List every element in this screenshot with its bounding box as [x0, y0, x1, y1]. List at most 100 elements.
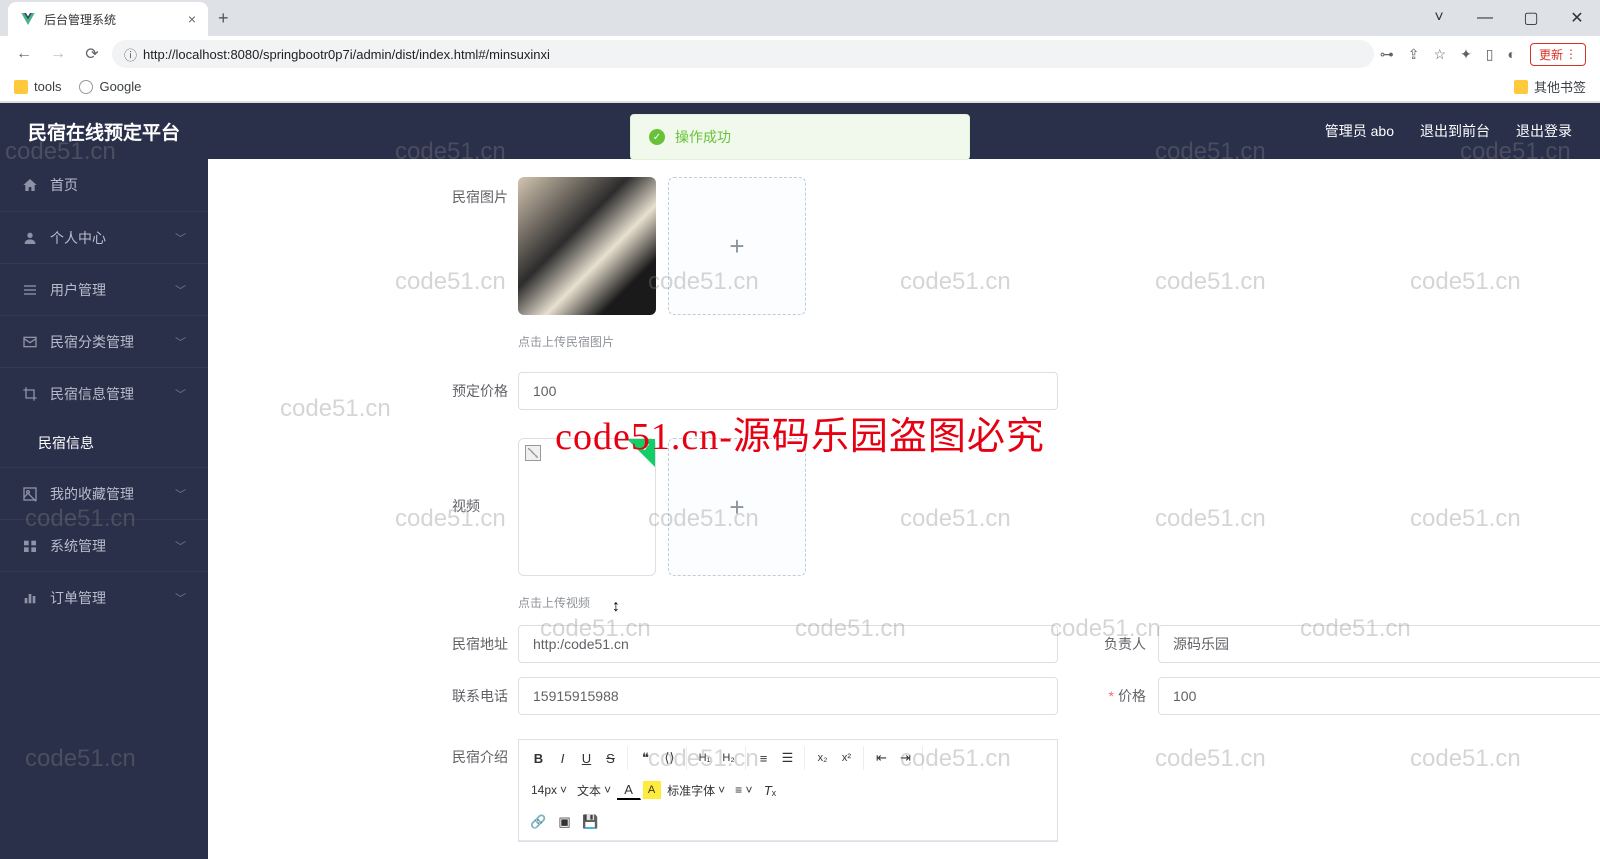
fontsize-select[interactable]: 14px ˅ — [527, 781, 571, 799]
key-icon[interactable]: ⊶ — [1380, 46, 1394, 63]
folder-icon — [14, 80, 28, 94]
sidebar-item-users[interactable]: 用户管理 ﹀ — [0, 263, 208, 315]
upload-video-button[interactable]: + — [668, 438, 806, 576]
chevron-down-icon: ﹀ — [175, 282, 186, 298]
label-video: 视频 — [208, 438, 518, 516]
other-bookmarks[interactable]: 其他书签 — [1514, 77, 1586, 96]
sidebar-item-category[interactable]: 民宿分类管理 ﹀ — [0, 315, 208, 367]
bookmark-google[interactable]: Google — [79, 79, 141, 94]
logout-button[interactable]: 退出登录 — [1516, 121, 1572, 141]
info-icon: ⓘ — [124, 45, 137, 64]
tab-close-icon[interactable]: × — [188, 11, 196, 27]
browser-tab-bar: 后台管理系统 × + ˅ — ▢ ✕ — [0, 0, 1600, 36]
reload-button[interactable]: ⟳ — [78, 40, 106, 68]
plus-icon: + — [729, 492, 744, 523]
editor-toolbar: B I U S ❝ ⟨⟩ H₁ H₂ — [519, 740, 1057, 841]
image-upload-hint: 点击上传民宿图片 — [208, 333, 1600, 350]
vue-favicon-icon — [20, 11, 36, 27]
italic-icon[interactable]: I — [551, 746, 575, 770]
image-preview[interactable] — [518, 177, 656, 315]
amount-input[interactable] — [1158, 677, 1600, 715]
profile-icon[interactable]: ◐ — [1508, 46, 1516, 62]
user-icon — [22, 230, 38, 246]
fontfamily-select[interactable]: 标准字体 ˅ — [663, 780, 729, 801]
close-window-icon[interactable]: ✕ — [1554, 0, 1600, 36]
back-button[interactable]: ← — [10, 40, 38, 68]
update-button[interactable]: 更新 ⋮ — [1530, 43, 1586, 66]
sidebar-item-orders[interactable]: 订单管理 ﹀ — [0, 571, 208, 623]
chevron-down-icon: ﹀ — [175, 334, 186, 350]
sidebar-item-info-mgmt[interactable]: 民宿信息管理 ﹀ — [0, 367, 208, 419]
sidebar-item-personal[interactable]: 个人中心 ﹀ — [0, 211, 208, 263]
bookmark-tools[interactable]: tools — [14, 79, 61, 94]
text-color-icon[interactable]: A — [617, 780, 641, 800]
user-label[interactable]: 管理员 abo — [1325, 121, 1394, 141]
strike-icon[interactable]: S — [599, 746, 623, 770]
star-icon[interactable]: ☆ — [1434, 46, 1447, 63]
share-icon[interactable]: ⇪ — [1408, 46, 1420, 63]
extensions-icon[interactable]: ✦ — [1460, 46, 1472, 63]
bold-icon[interactable]: B — [527, 746, 551, 770]
superscript-icon[interactable]: x² — [835, 746, 859, 770]
link-icon[interactable]: 🔗 — [527, 810, 551, 834]
align-select[interactable]: ≡ ˅ — [731, 781, 756, 799]
h2-icon[interactable]: H₂ — [717, 746, 741, 770]
folder-icon — [1514, 80, 1528, 94]
upload-image-button[interactable]: + — [668, 177, 806, 315]
rich-text-editor[interactable]: B I U S ❝ ⟨⟩ H₁ H₂ — [518, 739, 1058, 842]
url-bar[interactable]: ⓘ http://localhost:8080/springbootr0p7i/… — [112, 40, 1374, 68]
broken-image-icon — [525, 445, 541, 461]
sidebar-item-favorites[interactable]: 我的收藏管理 ﹀ — [0, 467, 208, 519]
indent-right-icon[interactable]: ⇥ — [894, 746, 918, 770]
mail-icon — [22, 334, 38, 350]
chevron-down-icon: ﹀ — [175, 590, 186, 606]
minimize-icon[interactable]: — — [1462, 0, 1508, 36]
subscript-icon[interactable]: x₂ — [811, 746, 835, 770]
label-phone: 联系电话 — [208, 686, 518, 706]
tab-title: 后台管理系统 — [44, 11, 180, 28]
bg-color-icon[interactable]: A — [643, 781, 661, 799]
settings-icon — [22, 538, 38, 554]
success-check-icon: ✓ — [649, 129, 665, 145]
chevron-down-icon: ﹀ — [175, 386, 186, 402]
exit-front-button[interactable]: 退出到前台 — [1420, 121, 1490, 141]
new-tab-button[interactable]: + — [218, 8, 229, 29]
chevron-down-icon[interactable]: ˅ — [1416, 0, 1462, 36]
maximize-icon[interactable]: ▢ — [1508, 0, 1554, 36]
underline-icon[interactable]: U — [575, 746, 599, 770]
chevron-down-icon: ﹀ — [175, 538, 186, 554]
address-input[interactable] — [518, 625, 1058, 663]
phone-input[interactable] — [518, 677, 1058, 715]
price-input[interactable] — [518, 372, 1058, 410]
ordered-list-icon[interactable]: ≡ — [752, 746, 776, 770]
home-icon — [22, 177, 38, 193]
label-address: 民宿地址 — [208, 634, 518, 654]
app-title: 民宿在线预定平台 — [28, 118, 180, 145]
sidebar-item-system[interactable]: 系统管理 ﹀ — [0, 519, 208, 571]
bookmarks-bar: tools Google 其他书签 — [0, 72, 1600, 102]
bullet-list-icon[interactable]: ☰ — [776, 746, 800, 770]
sidebar-subitem-info[interactable]: 民宿信息 — [0, 419, 208, 467]
chevron-down-icon: ﹀ — [175, 230, 186, 246]
indent-left-icon[interactable]: ⇤ — [870, 746, 894, 770]
clear-format-icon[interactable]: Tₓ — [758, 778, 782, 802]
google-icon — [79, 80, 93, 94]
chevron-down-icon: ﹀ — [175, 486, 186, 502]
fonttype-select[interactable]: 文本 ˅ — [573, 780, 615, 801]
video-preview[interactable]: ✓ — [518, 438, 656, 576]
panel-icon[interactable]: ▯ — [1486, 46, 1494, 63]
label-amount: 价格 — [1058, 686, 1158, 706]
save-icon[interactable]: 💾 — [579, 810, 603, 834]
owner-input[interactable] — [1158, 625, 1600, 663]
blockquote-icon[interactable]: ❝ — [634, 746, 658, 770]
insert-image-icon[interactable]: ▣ — [553, 810, 577, 834]
video-upload-hint: 点击上传视频 — [208, 594, 1600, 611]
h1-icon[interactable]: H₁ — [693, 746, 717, 770]
code-icon[interactable]: ⟨⟩ — [658, 746, 682, 770]
sidebar-item-home[interactable]: 首页 — [0, 159, 208, 211]
label-owner: 负责人 — [1058, 634, 1158, 654]
browser-nav-bar: ← → ⟳ ⓘ http://localhost:8080/springboot… — [0, 36, 1600, 72]
content-area: 民宿图片 + 点击上传民宿图片 预定价格 视频 ✓ — [208, 159, 1600, 859]
browser-tab[interactable]: 后台管理系统 × — [8, 2, 208, 36]
url-text: http://localhost:8080/springbootr0p7i/ad… — [143, 47, 550, 62]
